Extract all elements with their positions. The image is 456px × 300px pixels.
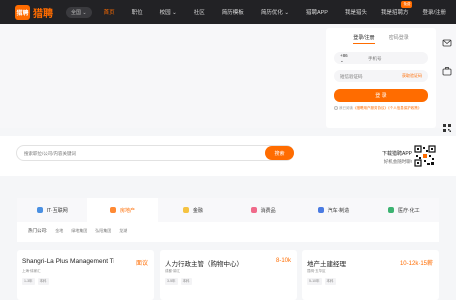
job-tags: 1-3年 本科 [22,278,49,285]
tab-medical-chemical[interactable]: 医疗·化工 [368,198,439,222]
login-button[interactable]: 登 录 [334,89,428,102]
car-icon [317,207,324,213]
tab-auto-manufacturing[interactable]: 汽车·制造 [298,198,369,222]
job-tag: 1-3年 [22,278,35,285]
recruiter-link[interactable]: 我是招聘方 免费 [380,1,413,16]
building-icon [109,207,116,213]
hot-company-link[interactable]: 金地 [55,228,63,234]
job-location: 成都·锦江 [165,269,181,273]
computer-icon [36,207,43,213]
agreement-prefix: 我已阅读 [338,106,353,110]
login-card: 登录/注册 密码登录 +86 ⌄ 获取验证码 登 录 我已阅读《猎聘用户服务协议… [326,28,436,128]
brand-name: 猎聘 [33,8,53,20]
category-label: 汽车·制造 [327,207,350,214]
login-tabs: 登录/注册 密码登录 [326,34,436,44]
medical-icon [387,207,394,213]
category-label: 医疗·化工 [397,207,420,214]
job-tag: 5-10年 [307,278,322,285]
job-tags: 5-10年 本科 [307,278,336,285]
job-location: 昆明·五华区 [307,269,326,273]
job-card[interactable]: Shangri-La Plus Management Trainee 面议 上海… [17,250,154,300]
app-download: 下载猎聘APP 好机会随时聊! [374,150,412,165]
nav-right: 我是猎头 我是招聘方 免费 登录/注册 [345,0,456,24]
job-title: 人力行政主管（购物中心） [165,261,243,268]
category-label: 金融 [192,207,203,214]
tab-sms-login[interactable]: 登录/注册 [353,34,375,44]
agreement-links[interactable]: 《猎聘用户服务协议》《个人信息保护政策》 [353,106,421,110]
nav-item-jobs[interactable]: 职位 [132,8,143,16]
message-icon[interactable] [442,38,452,48]
nav-item-app[interactable]: 猎聘APP [306,8,328,16]
job-salary: 面议 [135,261,148,267]
sms-code-input[interactable] [340,73,390,79]
job-card[interactable]: 地产土建经理 10-12k·15薪 昆明·五华区 5-10年 本科 [302,250,439,300]
job-card[interactable]: 人力行政主管（购物中心） 8-10k 成都·锦江 3-5年 本科 [160,250,297,300]
app-download-title: 下载猎聘APP [381,151,412,157]
job-salary: 8-10k [275,258,291,264]
logo-mark: 猎聘 [15,4,30,20]
logo[interactable]: 猎聘 猎聘 [15,4,53,20]
search-button[interactable]: 搜索 [265,146,294,160]
category-label: IT·互联网 [46,207,68,214]
free-badge: 免费 [401,1,413,8]
category-label: 消费品 [260,207,276,214]
phone-input[interactable] [368,55,428,61]
country-code-select[interactable]: +86 ⌄ [340,53,352,64]
nav-item-campus[interactable]: 校园 ⌄ [160,8,177,16]
qr-code-icon[interactable] [442,123,452,133]
search-input[interactable] [24,150,224,156]
city-label: 全国 [71,9,82,16]
job-tags: 3-5年 本科 [165,278,192,285]
app-download-subtitle: 好机会随时聊! [383,159,412,164]
tab-consumer-goods[interactable]: 消费品 [227,198,299,222]
agreement-radio[interactable] [334,106,338,111]
nav-item-resume-optimize[interactable]: 简历优化 ⌄ [261,8,289,16]
city-selector[interactable]: 全国 ⌄ [66,6,92,18]
get-code-button[interactable]: 获取验证码 [402,73,422,79]
coin-icon [182,207,189,213]
search-box [16,145,294,161]
nav-item-home[interactable]: 首页 [104,8,115,16]
app-qr-code [414,145,436,167]
shopping-bag-icon [250,207,257,213]
login-register-link[interactable]: 登录/注册 [422,8,446,16]
category-tabs: IT·互联网 房地产 金融 消费品 汽车·制造 医疗·化工 [17,198,439,222]
nav-item-resume-templates[interactable]: 简历模板 [222,8,244,16]
main-nav: 首页 职位 校园 ⌄ 社区 简历模板 简历优化 ⌄ 猎聘APP [104,8,345,16]
tab-finance[interactable]: 金融 [157,198,228,222]
briefcase-icon[interactable] [442,66,452,76]
recruiter-label: 我是招聘方 [380,10,409,16]
chevron-down-icon: ⌄ [82,9,87,16]
job-location: 上海·徐家汇 [22,269,41,273]
tab-it-internet[interactable]: IT·互联网 [17,198,88,222]
hot-companies: 热门公司: 金地 绿地集团 弘阳集团 龙湖 [28,228,135,234]
job-tag: 本科 [180,278,192,285]
job-tag: 本科 [324,278,336,285]
category-label: 房地产 [119,207,135,214]
job-title: Shangri-La Plus Management Trainee [22,258,114,265]
hot-company-link[interactable]: 绿地集团 [71,228,87,234]
hot-companies-label: 热门公司: [28,228,48,233]
top-navbar: 猎聘 猎聘 全国 ⌄ 首页 职位 校园 ⌄ 社区 简历模板 简历优化 ⌄ 猎聘A… [0,0,456,24]
hunter-link[interactable]: 我是猎头 [345,8,367,16]
nav-item-community[interactable]: 社区 [194,8,205,16]
job-tag: 3-5年 [165,278,178,285]
sms-code-field: 获取验证码 [334,70,428,82]
hot-company-link[interactable]: 弘阳集团 [95,228,111,234]
job-salary: 10-12k·15薪 [399,261,433,267]
phone-field: +86 ⌄ [334,52,428,64]
job-tag: 本科 [37,278,49,285]
tab-password-login[interactable]: 密码登录 [389,34,409,44]
tab-real-estate[interactable]: 房地产 [87,198,158,222]
job-title: 地产土建经理 [307,261,346,268]
hot-company-link[interactable]: 龙湖 [119,228,127,234]
agreement-text: 我已阅读《猎聘用户服务协议》《个人信息保护政策》 [334,106,428,111]
